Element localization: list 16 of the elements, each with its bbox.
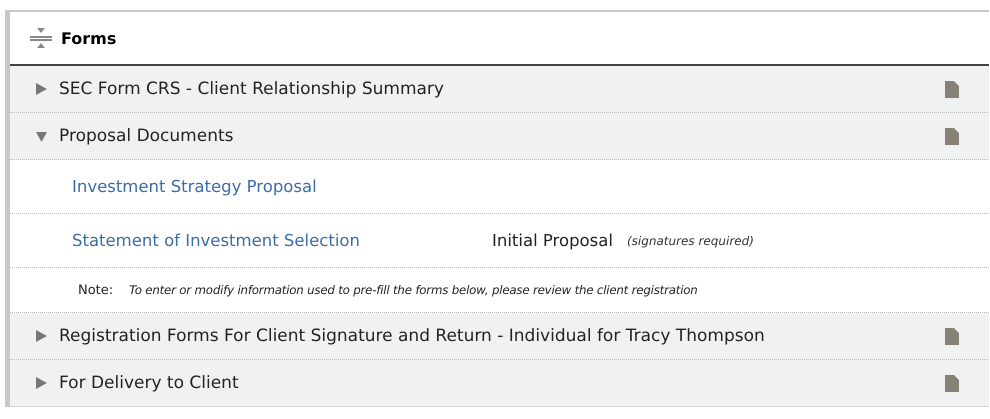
note-label: Note: (78, 282, 114, 298)
document-icon[interactable] (945, 80, 959, 98)
status-note: (signatures required) (626, 234, 754, 248)
document-link[interactable]: Investment Strategy Proposal (72, 177, 492, 196)
section-toggle[interactable]: SEC Form CRS - Client Relationship Summary (36, 79, 945, 99)
document-icon[interactable] (945, 328, 959, 344)
section-toggle[interactable]: Registration Forms For Client Signature and Return - Individual for Tracy Thompson (36, 326, 945, 346)
note-text: To enter or modify information used to pre-fill the forms below, please review the client registration (129, 283, 698, 297)
collapse-icon[interactable] (30, 27, 52, 49)
document-status: Initial Proposal (492, 231, 613, 250)
section-toggle[interactable]: For Delivery to Client (36, 373, 945, 393)
document-link[interactable]: Statement of Investment Selection (72, 231, 492, 250)
document-icon[interactable] (945, 374, 959, 392)
section-toggle[interactable]: Proposal Documents (36, 126, 945, 146)
document-icon[interactable] (945, 128, 959, 144)
panel-title: Forms (61, 28, 116, 48)
